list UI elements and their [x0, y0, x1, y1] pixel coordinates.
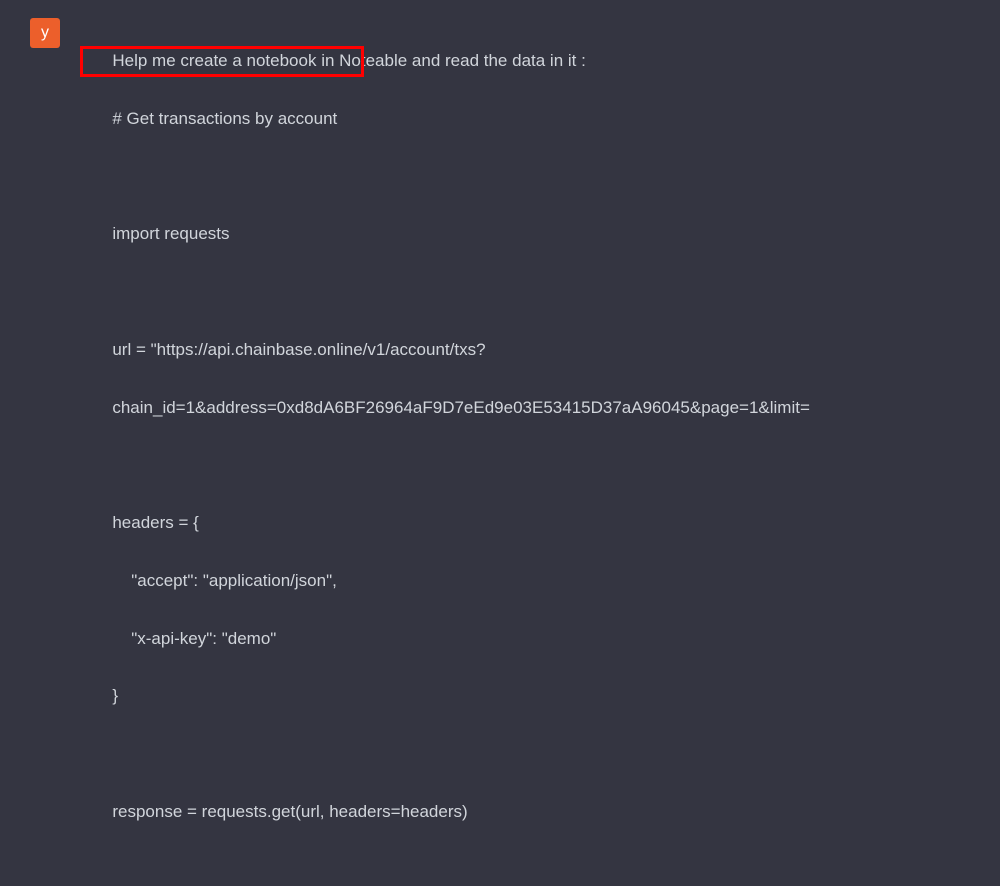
user-text-block: Help me create a notebook in Noteable an…	[84, 18, 970, 886]
code-line: "accept": "application/json",	[112, 571, 336, 590]
code-line: import requests	[112, 224, 229, 243]
code-line: chain_id=1&address=0xd8dA6BF26964aF9D7eE…	[112, 398, 810, 417]
user-highlighted-comment: # Get transactions by account	[112, 109, 337, 128]
user-message-body: Help me create a notebook in Noteable an…	[84, 18, 970, 886]
code-line: headers = {	[112, 513, 199, 532]
code-line: }	[112, 686, 118, 705]
user-message: y Help me create a notebook in Noteable …	[0, 0, 1000, 886]
code-line: url = "https://api.chainbase.online/v1/a…	[112, 340, 485, 359]
user-avatar-letter: y	[41, 24, 49, 42]
user-avatar: y	[30, 18, 60, 48]
code-line: response = requests.get(url, headers=hea…	[112, 802, 467, 821]
user-intro-line: Help me create a notebook in Noteable an…	[112, 51, 585, 70]
code-line: "x-api-key": "demo"	[112, 629, 276, 648]
